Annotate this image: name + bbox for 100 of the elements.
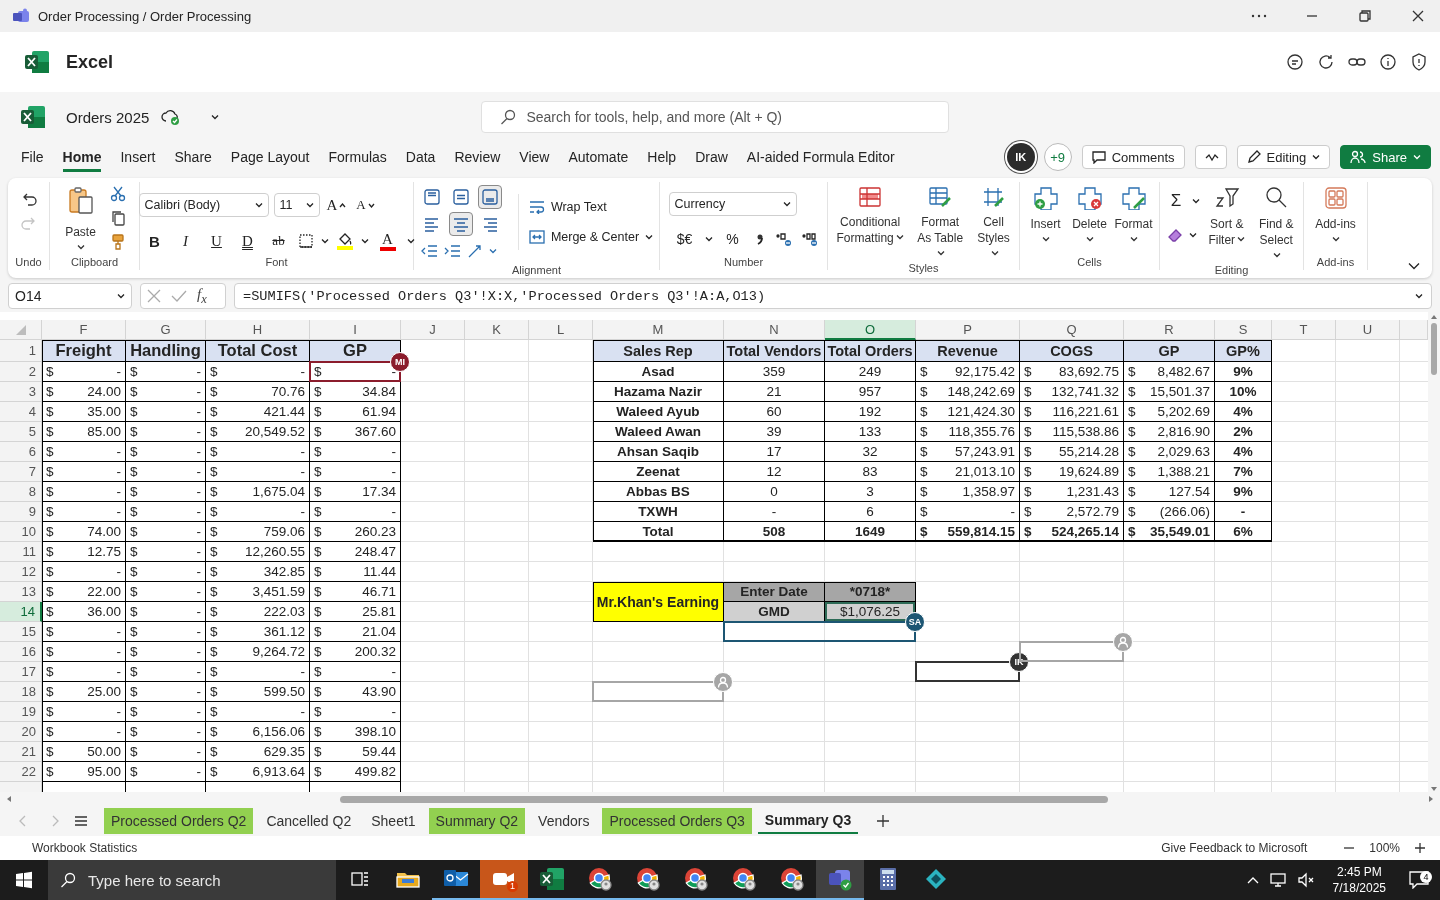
row-header[interactable]: 3 [0, 382, 42, 402]
row-header[interactable]: 9 [0, 502, 42, 522]
column-header[interactable]: P [916, 320, 1020, 340]
row-header[interactable]: 14 [0, 602, 42, 622]
sheet-tab[interactable]: Summary Q2 [428, 808, 526, 834]
increase-indent-icon[interactable] [442, 244, 461, 258]
sheet-tab[interactable]: Sheet1 [364, 808, 423, 834]
menu-tab[interactable]: Share [174, 142, 212, 172]
column-header[interactable]: F [42, 320, 126, 340]
sort-filter-button[interactable]: Sort & Filter [1204, 182, 1250, 248]
name-box[interactable]: O14 [8, 283, 132, 309]
menu-tab[interactable]: Page Layout [230, 142, 310, 172]
row-header[interactable]: 18 [0, 682, 42, 702]
column-header[interactable]: K [465, 320, 529, 340]
collapse-ribbon-icon[interactable] [1408, 262, 1420, 270]
more-icon[interactable] [1250, 14, 1267, 18]
column-header[interactable]: N [724, 320, 825, 340]
row-header[interactable]: 6 [0, 442, 42, 462]
add-sheet-icon[interactable] [876, 814, 891, 828]
column-header[interactable]: J [401, 320, 465, 340]
row-header[interactable]: 21 [0, 742, 42, 762]
column-header[interactable]: R [1124, 320, 1215, 340]
wrap-text-button[interactable]: Wrap Text [528, 194, 607, 220]
cloud-check-icon[interactable] [161, 108, 182, 126]
row-header[interactable]: 8 [0, 482, 42, 502]
format-button[interactable]: Format [1113, 182, 1154, 242]
scrollbar-thumb[interactable] [340, 795, 1108, 803]
activity-button[interactable] [1194, 145, 1227, 169]
find-select-button[interactable]: Find & Select [1253, 182, 1299, 264]
start-icon[interactable] [15, 871, 33, 889]
zoom-in-icon[interactable] [1414, 842, 1426, 854]
menu-tab[interactable]: Data [405, 142, 436, 172]
column-header[interactable]: M [593, 320, 724, 340]
row-header[interactable]: 2 [0, 362, 42, 382]
notifications-button[interactable]: 4 [1404, 871, 1434, 889]
sheet-tab[interactable]: Processed Orders Q3 [602, 808, 752, 834]
menu-tab[interactable]: Home [62, 142, 102, 172]
menu-tab[interactable]: Help [647, 142, 677, 172]
increase-decimal-icon[interactable] [800, 231, 819, 247]
menu-tab[interactable]: Review [454, 142, 501, 172]
network-icon[interactable] [1268, 872, 1287, 888]
fill-color-icon[interactable] [335, 232, 354, 250]
row-header[interactable]: 22 [0, 762, 42, 782]
italic-button[interactable]: I [173, 229, 198, 253]
menu-tab[interactable]: Insert [120, 142, 156, 172]
row-header[interactable]: 17 [0, 662, 42, 682]
workbook-statistics-link[interactable]: Workbook Statistics [32, 841, 138, 855]
shield-icon[interactable] [1410, 53, 1428, 71]
more-people-button[interactable]: +9 [1043, 143, 1072, 171]
scroll-left-icon[interactable] [6, 795, 12, 803]
delete-button[interactable]: Delete [1069, 182, 1110, 242]
search-field[interactable]: Search for tools, help, and more (Alt + Q) [481, 101, 950, 133]
borders-icon[interactable] [297, 233, 314, 249]
menu-tab[interactable]: File [21, 142, 44, 172]
row-header[interactable]: 20 [0, 722, 42, 742]
strikethrough-button[interactable]: ab [266, 229, 291, 253]
sheet-list-icon[interactable] [74, 815, 88, 827]
align-bottom-button[interactable] [477, 185, 502, 209]
underline-button[interactable]: U [204, 229, 229, 253]
column-header[interactable]: I [310, 320, 401, 340]
formula-input[interactable]: =SUMIFS('Processed Orders Q3'!X:X,'Processed Orders Q3'!A:A,O13) [234, 283, 1432, 309]
decrease-indent-icon[interactable] [419, 244, 438, 258]
taskbar-app-button[interactable]: 1 [480, 860, 528, 900]
cut-icon[interactable] [109, 186, 126, 202]
menu-tab[interactable]: AI-aided Formula Editor [746, 142, 895, 172]
percent-button[interactable]: % [720, 227, 745, 251]
conditional-formatting-button[interactable]: Conditional Formatting [832, 182, 909, 246]
row-header[interactable]: 13 [0, 582, 42, 602]
column-header[interactable]: H [206, 320, 310, 340]
editing-mode-button[interactable]: Editing [1236, 145, 1331, 169]
show-hidden-icon[interactable] [1246, 876, 1259, 884]
shrink-font-button[interactable]: A [353, 193, 378, 217]
row-header[interactable]: 7 [0, 462, 42, 482]
menu-tab[interactable]: Formulas [328, 142, 387, 172]
row-header[interactable]: 15 [0, 622, 42, 642]
info-icon[interactable] [1379, 53, 1397, 71]
align-center-button[interactable] [448, 212, 473, 236]
share-button[interactable]: Share [1340, 145, 1431, 169]
double-underline-button[interactable]: D [235, 229, 260, 253]
speaker-muted-icon[interactable] [1296, 872, 1315, 888]
scrollbar-thumb[interactable] [1431, 323, 1437, 375]
scroll-up-icon[interactable] [1430, 314, 1438, 320]
number-format-select[interactable]: Currency [668, 192, 797, 216]
column-header[interactable]: L [529, 320, 593, 340]
close-icon[interactable] [1411, 10, 1424, 22]
row-header[interactable]: 19 [0, 702, 42, 722]
font-family-select[interactable]: Calibri (Body) [138, 193, 269, 217]
decrease-decimal-icon[interactable] [774, 231, 793, 247]
currency-format-button[interactable]: $€ [672, 227, 697, 251]
clock[interactable]: 2:45 PM 7/18/2025 [1324, 864, 1394, 896]
copy-icon[interactable] [109, 210, 126, 226]
menu-tab[interactable]: Automate [568, 142, 629, 172]
font-size-select[interactable]: 11 [273, 193, 320, 217]
paste-button[interactable]: Paste [63, 182, 98, 250]
feedback-link[interactable]: Give Feedback to Microsoft [1161, 841, 1308, 855]
column-header[interactable]: G [126, 320, 206, 340]
column-header[interactable]: T [1272, 320, 1336, 340]
sheet-tab[interactable]: Summary Q3 [757, 808, 859, 834]
format-painter-icon[interactable] [109, 234, 126, 250]
row-header[interactable]: 11 [0, 542, 42, 562]
